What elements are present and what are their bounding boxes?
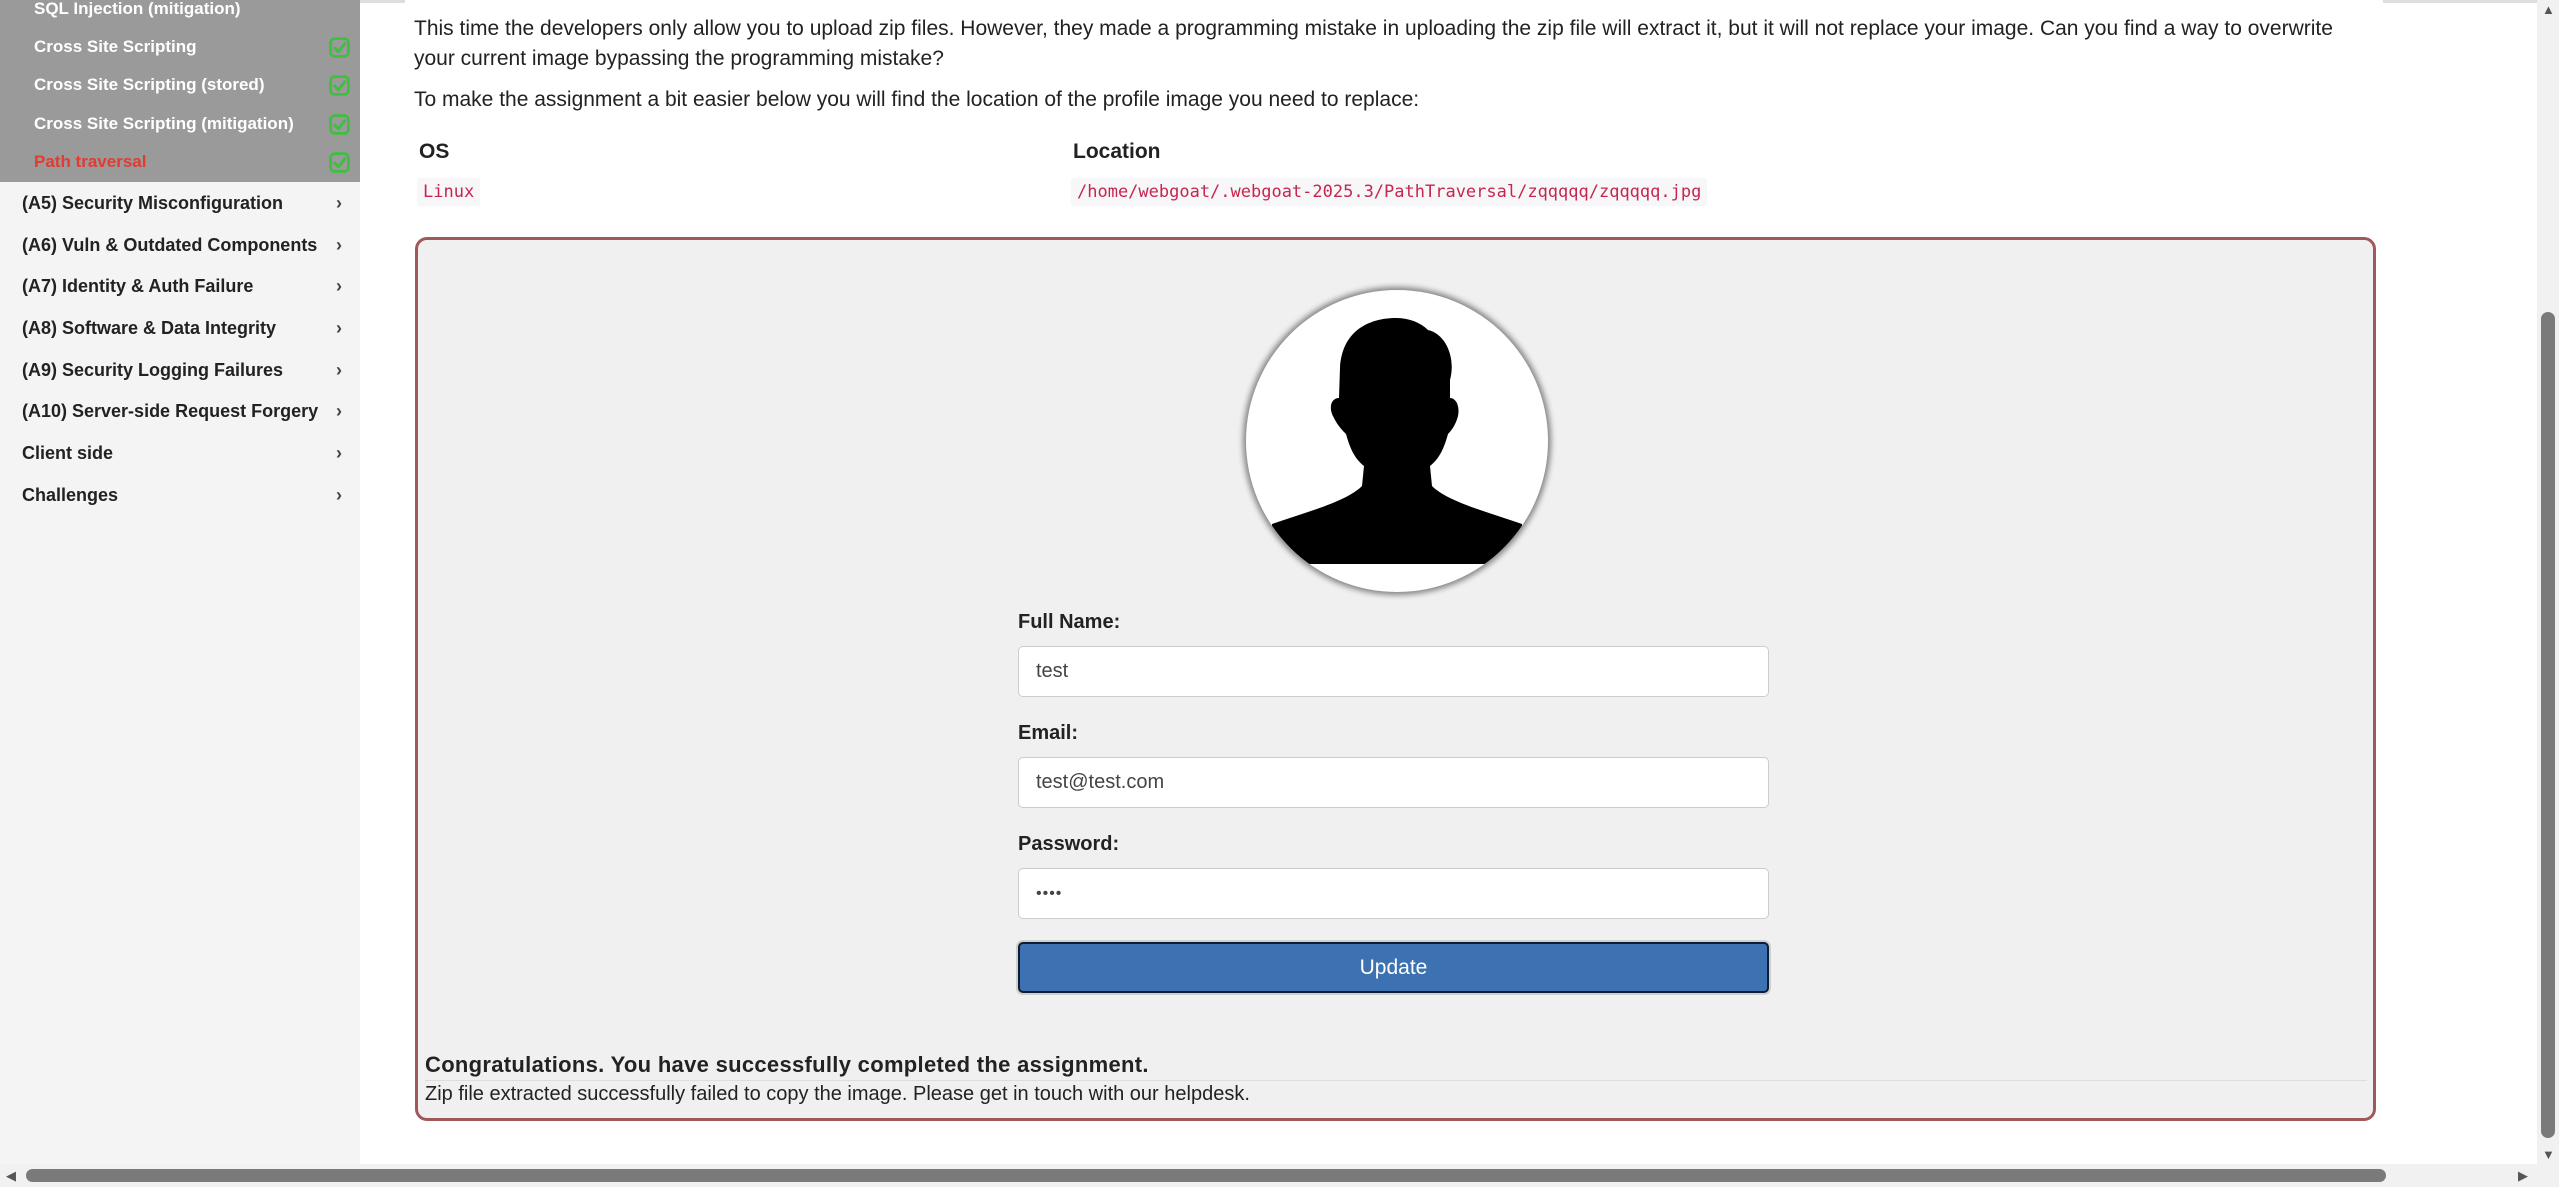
email-input[interactable]: test@test.com bbox=[1018, 757, 1769, 808]
fullname-label: Full Name: bbox=[1018, 611, 1121, 633]
nav-category-label: (A8) Software & Data Integrity bbox=[22, 317, 277, 338]
vertical-scroll-thumb[interactable] bbox=[2541, 312, 2555, 1138]
sidebar: SQL Injection (mitigation) Cross Site Sc… bbox=[0, 0, 360, 1187]
submenu-item-xss-stored[interactable]: Cross Site Scripting (stored) bbox=[34, 71, 360, 99]
assignment-panel: Full Name: test Email: test@test.com Pas… bbox=[415, 237, 2376, 1121]
nav-category-label: (A6) Vuln & Outdated Components bbox=[22, 234, 318, 255]
nav-category-label: Challenges bbox=[22, 484, 119, 505]
password-input[interactable]: •••• bbox=[1018, 868, 1769, 919]
scroll-down-icon[interactable]: ▼ bbox=[2542, 1148, 2555, 1161]
nav-category-a7[interactable]: (A7) Identity & Auth Failure › bbox=[22, 268, 342, 304]
password-label: Password: bbox=[1018, 833, 1120, 855]
update-button[interactable]: Update bbox=[1018, 942, 1769, 993]
chevron-right-icon: › bbox=[336, 485, 342, 505]
horizontal-scroll-thumb[interactable] bbox=[26, 1169, 2386, 1182]
vertical-scrollbar[interactable]: ▲ ▼ bbox=[2537, 0, 2559, 1164]
check-square-icon bbox=[329, 37, 350, 58]
check-square-icon bbox=[329, 75, 350, 96]
lesson-submenu: SQL Injection (mitigation) Cross Site Sc… bbox=[0, 0, 360, 182]
chevron-right-icon: › bbox=[336, 235, 342, 255]
table-header-location: Location bbox=[1073, 140, 1161, 163]
chevron-right-icon: › bbox=[336, 443, 342, 463]
scroll-right-icon[interactable]: ▶ bbox=[2518, 1169, 2528, 1182]
submenu-item-path-traversal[interactable]: Path traversal bbox=[34, 148, 360, 176]
chevron-right-icon: › bbox=[336, 193, 342, 213]
nav-category-label: (A7) Identity & Auth Failure bbox=[22, 275, 254, 296]
nav-category-challenges[interactable]: Challenges › bbox=[22, 477, 342, 513]
submenu-item-xss-mitigation[interactable]: Cross Site Scripting (mitigation) bbox=[34, 110, 360, 138]
chevron-right-icon: › bbox=[336, 318, 342, 338]
scroll-left-icon[interactable]: ◀ bbox=[6, 1169, 16, 1182]
lesson-hint: To make the assignment a bit easier belo… bbox=[414, 88, 1420, 111]
nav-category-label: (A5) Security Misconfiguration bbox=[22, 192, 284, 213]
submenu-item-xss[interactable]: Cross Site Scripting bbox=[34, 33, 360, 61]
table-cell-location: /home/webgoat/.webgoat-2025.3/PathTraver… bbox=[1071, 178, 1708, 206]
nav-category-a5[interactable]: (A5) Security Misconfiguration › bbox=[22, 185, 342, 221]
nav-category-label: Client side bbox=[22, 442, 114, 463]
result-divider bbox=[425, 1080, 2367, 1081]
nav-category-a6[interactable]: (A6) Vuln & Outdated Components › bbox=[22, 227, 342, 263]
nav-category-label: (A10) Server-side Request Forgery bbox=[22, 400, 319, 421]
result-message: Zip file extracted successfully failed t… bbox=[425, 1083, 1250, 1105]
table-cell-os: Linux bbox=[417, 178, 481, 206]
chevron-right-icon: › bbox=[336, 401, 342, 421]
fullname-input[interactable]: test bbox=[1018, 646, 1769, 697]
submenu-item-label: Cross Site Scripting bbox=[34, 37, 197, 56]
check-square-icon bbox=[329, 152, 350, 173]
nav-category-client-side[interactable]: Client side › bbox=[22, 435, 342, 471]
submenu-item-label: Cross Site Scripting (mitigation) bbox=[34, 114, 294, 133]
submenu-item-label: Cross Site Scripting (stored) bbox=[34, 75, 265, 94]
nav-category-a8[interactable]: (A8) Software & Data Integrity › bbox=[22, 310, 342, 346]
chevron-right-icon: › bbox=[336, 276, 342, 296]
submenu-item-label: Path traversal bbox=[34, 152, 147, 171]
submenu-item-sql-injection-mitigation[interactable]: SQL Injection (mitigation) bbox=[34, 0, 360, 23]
result-title: Congratulations. You have successfully c… bbox=[425, 1052, 1149, 1077]
horizontal-scrollbar[interactable]: ◀ ▶ bbox=[0, 1164, 2559, 1187]
table-header-os: OS bbox=[419, 140, 450, 163]
nav-category-a9[interactable]: (A9) Security Logging Failures › bbox=[22, 352, 342, 388]
chevron-right-icon: › bbox=[336, 360, 342, 380]
scroll-up-icon[interactable]: ▲ bbox=[2542, 3, 2555, 16]
check-square-icon bbox=[329, 114, 350, 135]
lesson-intro: This time the developers only allow you … bbox=[414, 17, 2333, 70]
avatar-image bbox=[1272, 318, 1522, 564]
nav-category-a10[interactable]: (A10) Server-side Request Forgery › bbox=[22, 393, 342, 429]
email-label: Email: bbox=[1018, 722, 1079, 744]
nav-category-label: (A9) Security Logging Failures bbox=[22, 359, 284, 380]
user-silhouette-icon[interactable] bbox=[1246, 290, 1548, 592]
submenu-item-label: SQL Injection (mitigation) bbox=[34, 0, 241, 18]
